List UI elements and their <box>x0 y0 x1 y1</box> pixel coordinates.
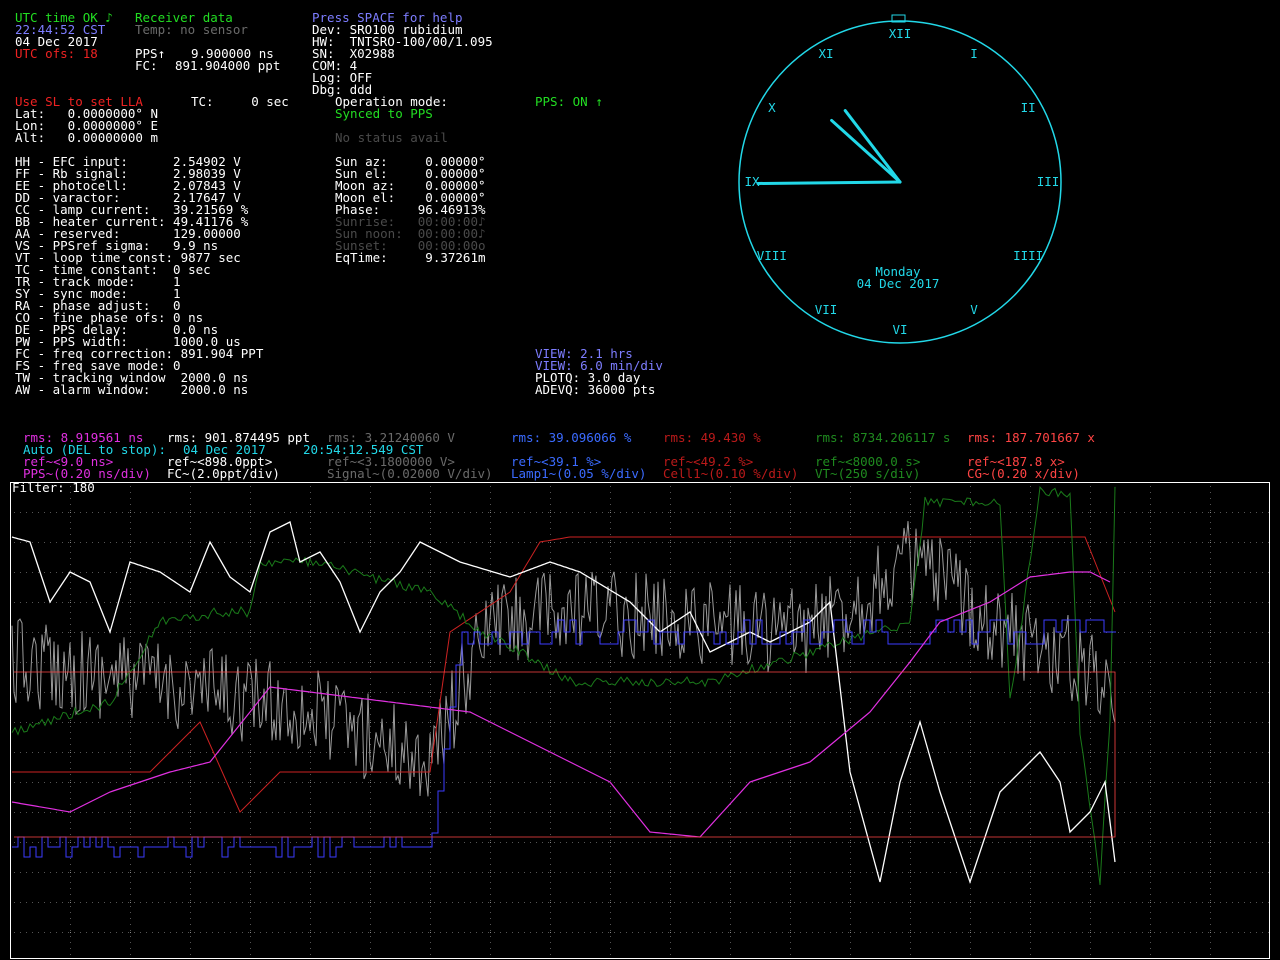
clock-numeral: IIII <box>1013 248 1043 263</box>
minute-hand <box>756 180 902 185</box>
scale-row-item: CG~(0.20 x/div) <box>967 466 1080 481</box>
clock-numeral: V <box>970 302 978 317</box>
param-alarm-window: AW - alarm window: 2000.0 ns <box>15 382 249 397</box>
temp-sensor: Temp: no sensor <box>135 22 248 37</box>
clock-numeral: III <box>1037 174 1060 189</box>
utc-offset: UTC ofs: 18 <box>15 46 98 61</box>
altitude: Alt: 0.00000000 m <box>15 130 158 145</box>
clock-numeral: XII <box>889 26 912 41</box>
sync-status: Synced to PPS <box>335 106 433 121</box>
clock-numeral: VII <box>815 302 838 317</box>
analog-clock: XIIIIIIIIIIIIVVIVIIVIIIIXXXI Monday 04 D… <box>738 14 1062 344</box>
rms-row-item: rms: 49.430 % <box>663 430 761 445</box>
clock-numeral: X <box>768 100 776 115</box>
fc-value: 891.904000 ppt <box>175 58 281 73</box>
second-hand <box>830 118 902 184</box>
clock-numeral: VIII <box>757 248 787 263</box>
clock-numeral: I <box>970 46 978 61</box>
clock-numeral: VI <box>892 322 907 337</box>
equation-of-time: EqTime: 9.37261m <box>335 250 486 265</box>
scale-row-item: VT~(250 s/div) <box>815 466 921 481</box>
fc-label: FC: <box>135 58 158 73</box>
pps-on-status: PPS: ON ↑ <box>535 94 603 109</box>
scale-row-item: Signal~(0.02000 V/div) <box>327 466 493 481</box>
clock-date: 04 Dec 2017 <box>857 276 940 291</box>
scale-row-item: Lamp1~(0.05 %/div) <box>511 466 647 481</box>
plot-area[interactable]: Filter: 180 <box>10 482 1270 960</box>
filter-label: Filter: 180 <box>12 482 95 495</box>
adev-queue: ADEVQ: 36000 pts <box>535 382 656 397</box>
rms-row-item: rms: 39.096066 % <box>511 430 632 445</box>
scale-row-item: PPS~(0.20 ns/div) <box>23 466 151 481</box>
scale-row-item: Cell1~(0.10 %/div) <box>663 466 799 481</box>
clock-numeral: XI <box>818 46 833 61</box>
hour-hand <box>843 109 902 184</box>
clock-numeral: IX <box>744 174 760 189</box>
rms-row-item: rms: 187.701667 x <box>967 430 1095 445</box>
clock-numeral: II <box>1021 100 1036 115</box>
plot-frame <box>10 482 1270 959</box>
scale-row-item: FC~(2.0ppt/div) <box>167 466 280 481</box>
time-constant-readout: TC: 0 sec <box>191 94 289 109</box>
status-message: No status avail <box>335 130 448 145</box>
rms-row-item: rms: 8734.206117 s <box>815 430 951 445</box>
